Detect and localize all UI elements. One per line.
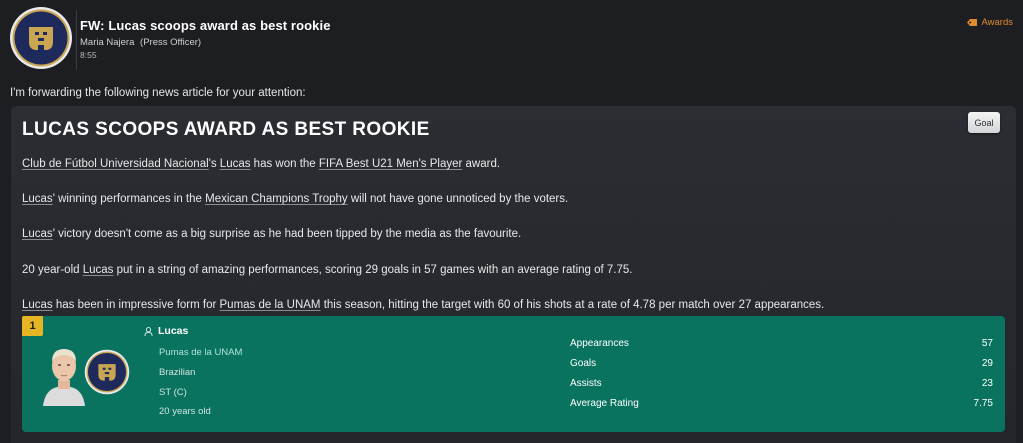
- stat-label-average-rating: Average Rating: [570, 398, 639, 409]
- stat-label-assists: Assists: [570, 378, 602, 389]
- message-sender[interactable]: Maria Najera (Press Officer): [80, 37, 201, 48]
- player-name[interactable]: Lucas: [158, 325, 188, 337]
- player-link[interactable]: Lucas: [220, 158, 251, 170]
- tag-icon: [967, 19, 978, 26]
- text: will not have gone unnoticed by the vote…: [347, 193, 569, 205]
- sender-role: (Press Officer): [140, 37, 202, 48]
- stat-value-assists: 23: [981, 378, 993, 389]
- player-link[interactable]: Lucas: [22, 193, 53, 205]
- player-link[interactable]: Lucas: [83, 264, 114, 276]
- text: has been in impressive form for: [52, 299, 220, 311]
- article-headline: LUCAS SCOOPS AWARD AS BEST ROOKIE: [22, 119, 430, 140]
- article-paragraph-2: Lucas' winning performances in the Mexic…: [22, 193, 568, 205]
- person-icon: [144, 326, 153, 336]
- article-paragraph-4: 20 year-old Lucas put in a string of ama…: [22, 264, 633, 276]
- award-link[interactable]: FIFA Best U21 Men's Player: [319, 158, 462, 170]
- article-paragraph-1: Club de Fútbol Universidad Nacional's Lu…: [22, 158, 500, 170]
- awards-tag-label: Awards: [981, 17, 1013, 28]
- goal-button[interactable]: Goal: [968, 112, 1000, 133]
- player-nationality: Brazilian: [159, 367, 196, 378]
- text: 's: [208, 158, 220, 170]
- stat-value-appearances: 57: [981, 338, 993, 349]
- text: award.: [462, 158, 501, 170]
- message-time: 8:55: [80, 50, 97, 60]
- intro-text: I'm forwarding the following news articl…: [10, 87, 306, 99]
- player-card[interactable]: 1 Lucas Pumas de la UNAM Brazilian ST (C…: [22, 316, 1005, 432]
- club-crest-icon: [10, 7, 72, 69]
- text: ' winning performances in the: [52, 193, 206, 205]
- player-link[interactable]: Lucas: [22, 299, 53, 311]
- competition-link[interactable]: Mexican Champions Trophy: [205, 193, 348, 205]
- sender-name[interactable]: Maria Najera: [80, 37, 134, 48]
- text: 20 year-old: [22, 264, 83, 276]
- news-article-panel: LUCAS SCOOPS AWARD AS BEST ROOKIE Goal C…: [11, 106, 1016, 443]
- text: this season, hitting the target with 60 …: [320, 299, 825, 311]
- text: has won the: [250, 158, 319, 170]
- rank-badge: 1: [22, 316, 43, 336]
- text: ' victory doesn't come as a big surprise…: [52, 228, 522, 240]
- text: put in a string of amazing performances,…: [113, 264, 633, 276]
- club-link[interactable]: Pumas de la UNAM: [220, 299, 321, 311]
- club-crest-icon: [84, 349, 130, 395]
- stat-label-goals: Goals: [570, 358, 597, 369]
- player-link[interactable]: Lucas: [22, 228, 53, 240]
- club-link[interactable]: Club de Fútbol Universidad Nacional: [22, 158, 209, 170]
- header-divider: [76, 10, 77, 70]
- stat-value-average-rating: 7.75: [973, 398, 993, 409]
- awards-tag[interactable]: Awards: [967, 17, 1013, 28]
- player-position: ST (C): [159, 387, 187, 398]
- player-club[interactable]: Pumas de la UNAM: [159, 347, 242, 358]
- player-age: 20 years old: [159, 406, 211, 417]
- message-subject: FW: Lucas scoops award as best rookie: [80, 18, 331, 33]
- article-paragraph-5: Lucas has been in impressive form for Pu…: [22, 299, 824, 311]
- player-name-row: Lucas: [144, 325, 188, 337]
- player-portrait: [43, 349, 85, 406]
- article-paragraph-3: Lucas' victory doesn't come as a big sur…: [22, 228, 521, 240]
- stat-label-appearances: Appearances: [570, 338, 629, 349]
- stat-value-goals: 29: [981, 358, 993, 369]
